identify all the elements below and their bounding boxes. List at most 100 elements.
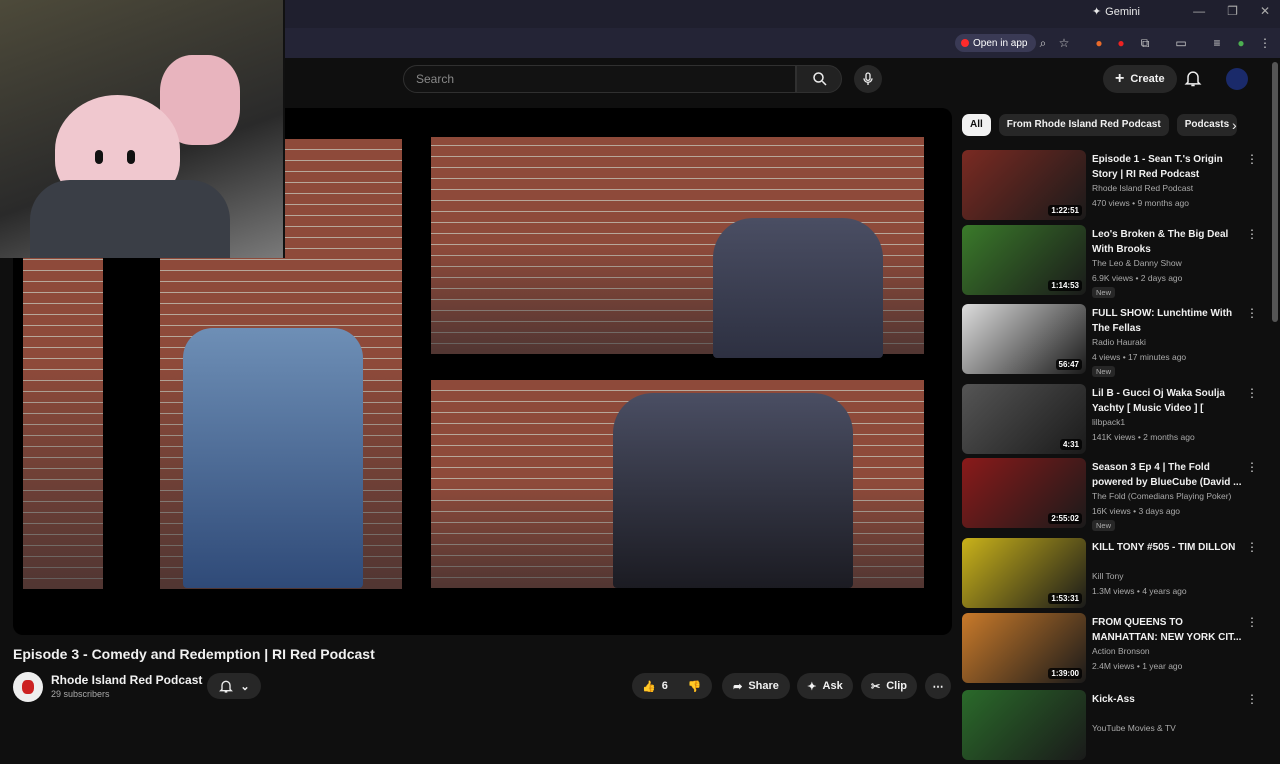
clip-label: Clip	[886, 680, 907, 692]
more-vertical-icon[interactable]: ⋮	[1246, 227, 1258, 241]
recommendation-channel[interactable]: The Fold (Comedians Playing Poker)	[1092, 491, 1231, 501]
video-thumbnail[interactable]: 1:53:31	[962, 538, 1086, 608]
recommendation-title[interactable]: KILL TONY #505 - TIM DILLON	[1092, 540, 1242, 555]
video-thumbnail[interactable]: 56:47	[962, 304, 1086, 374]
video-thumbnail[interactable]: 1:39:00	[962, 613, 1086, 683]
recommendation-item[interactable]: Kick-Ass YouTube Movies & TV ⋮	[962, 690, 1272, 764]
chevron-right-icon[interactable]: ›	[1232, 117, 1237, 133]
more-vertical-icon[interactable]: ⋮	[1246, 540, 1258, 554]
more-actions-button[interactable]: ⋯	[925, 673, 951, 699]
recommendation-title[interactable]: Leo's Broken & The Big Deal With Brooks	[1092, 227, 1242, 257]
extension-icon[interactable]: ●	[1114, 36, 1128, 50]
recommendation-channel[interactable]: The Leo & Danny Show	[1092, 258, 1182, 268]
close-icon[interactable]: ✕	[1260, 4, 1270, 18]
recommendation-title[interactable]: Episode 1 - Sean T.'s Origin Story | RI …	[1092, 152, 1242, 182]
video-thumbnail[interactable]: 4:31	[962, 384, 1086, 454]
share-label: Share	[748, 680, 779, 692]
recommendation-title[interactable]: Kick-Ass	[1092, 692, 1242, 707]
share-button[interactable]: ➦ Share	[722, 673, 790, 699]
duration-badge: 1:39:00	[1048, 668, 1082, 679]
video-thumbnail[interactable]	[962, 690, 1086, 760]
channel-name[interactable]: Rhode Island Red Podcast	[51, 673, 202, 687]
more-vertical-icon[interactable]: ⋮	[1246, 615, 1258, 629]
voice-search-button[interactable]	[854, 65, 882, 93]
recommendation-item[interactable]: 1:39:00 FROM QUEENS TO MANHATTAN: NEW YOR…	[962, 613, 1272, 687]
ask-button[interactable]: ✦ Ask	[797, 673, 853, 699]
duration-badge: 1:22:51	[1048, 205, 1082, 216]
video-thumbnail[interactable]: 1:22:51	[962, 150, 1086, 220]
recommendation-item[interactable]: 4:31 Lil B - Gucci Oj Waka Soulja Yachty …	[962, 384, 1272, 458]
more-vertical-icon[interactable]: ⋮	[1246, 306, 1258, 320]
create-button[interactable]: + Create	[1103, 65, 1177, 93]
recommendation-item[interactable]: 2:55:02 Season 3 Ep 4 | The Fold powered …	[962, 458, 1272, 532]
microphone-icon	[863, 72, 873, 85]
new-badge: New	[1092, 366, 1116, 377]
video-thumbnail[interactable]: 1:14:53	[962, 225, 1086, 295]
recommendation-channel[interactable]: Kill Tony	[1092, 571, 1124, 581]
recommendation-channel[interactable]: Rhode Island Red Podcast	[1092, 183, 1193, 193]
recommendation-title[interactable]: FULL SHOW: Lunchtime With The Fellas	[1092, 306, 1242, 336]
recommendation-channel[interactable]: lilbpack1	[1092, 417, 1125, 427]
bookmark-star-icon[interactable]: ☆	[1057, 36, 1071, 50]
recommendation-meta: 4 views • 17 minutes ago	[1092, 352, 1187, 362]
reading-list-icon[interactable]: ≡	[1210, 36, 1224, 50]
restore-icon[interactable]: ❐	[1227, 4, 1238, 18]
video-title: Episode 3 - Comedy and Redemption | RI R…	[13, 646, 375, 662]
new-badge: New	[1092, 520, 1116, 531]
browser-menu-icon[interactable]: ⋮	[1258, 36, 1272, 50]
more-vertical-icon[interactable]: ⋮	[1246, 460, 1258, 474]
guest-figure	[183, 328, 363, 588]
bell-icon	[219, 680, 234, 693]
recommendation-channel[interactable]: Action Bronson	[1092, 646, 1150, 656]
clip-button[interactable]: ✂ Clip	[861, 673, 917, 699]
video-thumbnail[interactable]: 2:55:02	[962, 458, 1086, 528]
cast-icon[interactable]: ▭	[1174, 36, 1188, 50]
recommendation-title[interactable]: Season 3 Ep 4 | The Fold powered by Blue…	[1092, 460, 1242, 490]
gemini-button[interactable]: ✦ Gemini	[1092, 5, 1140, 19]
duration-badge: 1:53:31	[1048, 593, 1082, 604]
duration-badge: 1:14:53	[1048, 280, 1082, 291]
create-label: Create	[1130, 73, 1165, 85]
webcam-overlay	[0, 0, 285, 258]
recommendation-item[interactable]: 1:22:51 Episode 1 - Sean T.'s Origin Stor…	[962, 150, 1272, 224]
recommendation-channel[interactable]: YouTube Movies & TV	[1092, 723, 1176, 733]
chip-all[interactable]: All	[962, 114, 991, 136]
account-avatar[interactable]	[1226, 68, 1248, 90]
recommendation-meta: 1.3M views • 4 years ago	[1092, 586, 1187, 596]
extension-icon[interactable]: ●	[1092, 36, 1106, 50]
search-button[interactable]	[796, 65, 842, 93]
like-button[interactable]: 👍 6	[642, 680, 668, 693]
recommendation-item[interactable]: 1:53:31 KILL TONY #505 - TIM DILLON Kill T…	[962, 538, 1272, 612]
notifications-bell-icon[interactable]	[1183, 68, 1203, 88]
scrollbar[interactable]	[1272, 62, 1278, 322]
more-vertical-icon[interactable]: ⋮	[1246, 692, 1258, 706]
channel-avatar[interactable]	[13, 672, 43, 702]
new-badge: New	[1092, 287, 1116, 298]
open-in-app-button[interactable]: Open in app	[955, 34, 1036, 52]
more-vertical-icon[interactable]: ⋮	[1246, 152, 1258, 166]
search-input[interactable]: Search	[403, 65, 796, 93]
minimize-icon[interactable]: —	[1193, 4, 1205, 18]
dislike-button[interactable]: 👎	[688, 680, 702, 693]
subscriber-count: 29 subscribers	[51, 689, 110, 699]
recommendation-title[interactable]: FROM QUEENS TO MANHATTAN: NEW YORK CIT..…	[1092, 615, 1242, 645]
search-icon	[813, 72, 827, 86]
youtube-icon	[961, 39, 969, 47]
filter-chips: All From Rhode Island Red Podcast Podcas…	[962, 114, 1238, 138]
sparkle-icon: ✦	[807, 680, 817, 693]
zoom-icon[interactable]: ⌕	[1036, 36, 1050, 50]
ask-label: Ask	[822, 680, 843, 692]
chevron-down-icon: ⌄	[240, 680, 250, 693]
recommendation-title[interactable]: Lil B - Gucci Oj Waka Soulja Yachty [ Mu…	[1092, 386, 1242, 416]
recommendation-item[interactable]: 1:14:53 Leo's Broken & The Big Deal With …	[962, 225, 1272, 299]
chip-podcasts[interactable]: Podcasts	[1176, 114, 1238, 136]
streamer-figure	[30, 180, 230, 258]
scissors-icon: ✂	[871, 680, 881, 693]
chip-from-channel[interactable]: From Rhode Island Red Podcast	[998, 114, 1169, 136]
profile-icon[interactable]: ●	[1234, 36, 1248, 50]
recommendation-channel[interactable]: Radio Hauraki	[1092, 337, 1146, 347]
more-vertical-icon[interactable]: ⋮	[1246, 386, 1258, 400]
recommendation-item[interactable]: 56:47 FULL SHOW: Lunchtime With The Fella…	[962, 304, 1272, 378]
subscription-bell-button[interactable]: ⌄	[207, 673, 261, 699]
extensions-puzzle-icon[interactable]: ⧉	[1138, 36, 1152, 50]
